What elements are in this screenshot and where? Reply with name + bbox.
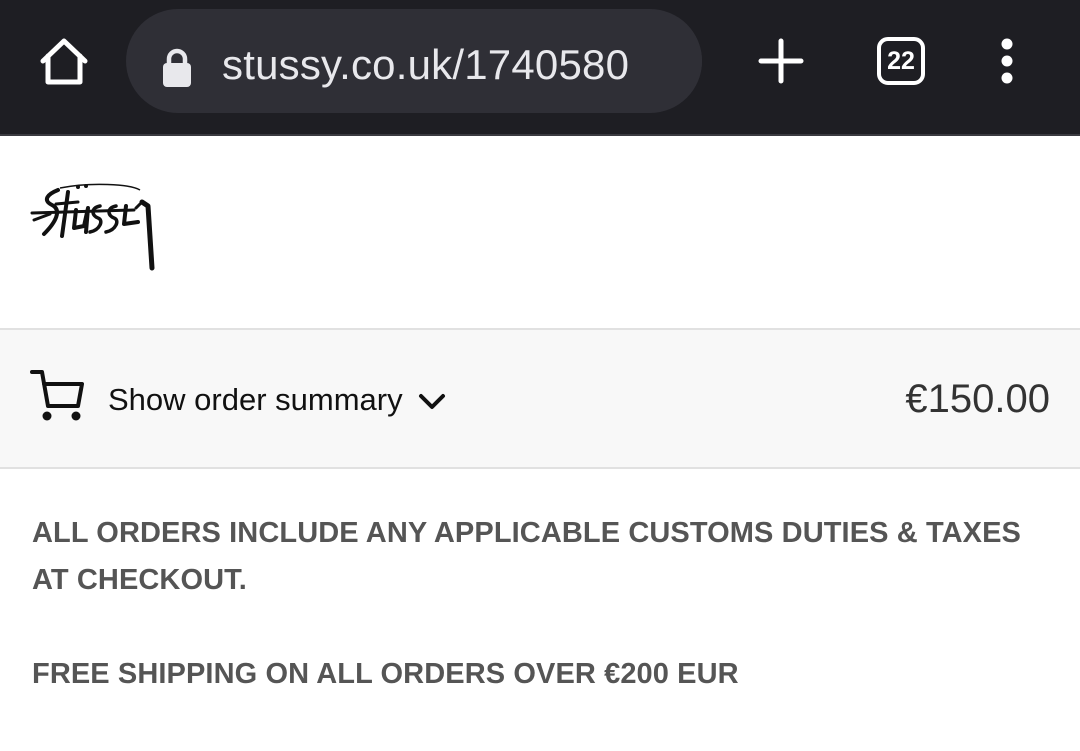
more-vert-icon [1001,38,1013,84]
order-total: €150.00 [905,377,1050,421]
address-bar[interactable]: stussy.co.uk/1740580 [126,9,702,113]
new-tab-button[interactable] [756,36,806,86]
free-shipping-notice: FREE SHIPPING ON ALL ORDERS OVER €200 EU… [32,658,739,690]
chevron-down-icon [419,394,445,409]
home-button[interactable] [36,34,92,90]
stussy-logo[interactable] [30,180,164,272]
tab-switcher-button[interactable]: 22 [877,37,925,85]
url-fade [672,9,702,113]
customs-notice: ALL ORDERS INCLUDE ANY APPLICABLE CUSTOM… [32,517,1021,596]
menu-button[interactable] [990,34,1024,90]
home-icon [40,38,88,85]
url-text: stussy.co.uk/1740580 [222,41,630,88]
plus-icon [758,38,804,84]
cart-icon [30,370,84,421]
browser-toolbar: stussy.co.uk/1740580 22 [0,0,1080,136]
header [0,138,1080,328]
lock-icon [163,48,191,87]
order-summary-label: Show order summary [108,382,403,417]
order-summary-toggle[interactable]: Show order summary €150.00 [0,328,1080,469]
